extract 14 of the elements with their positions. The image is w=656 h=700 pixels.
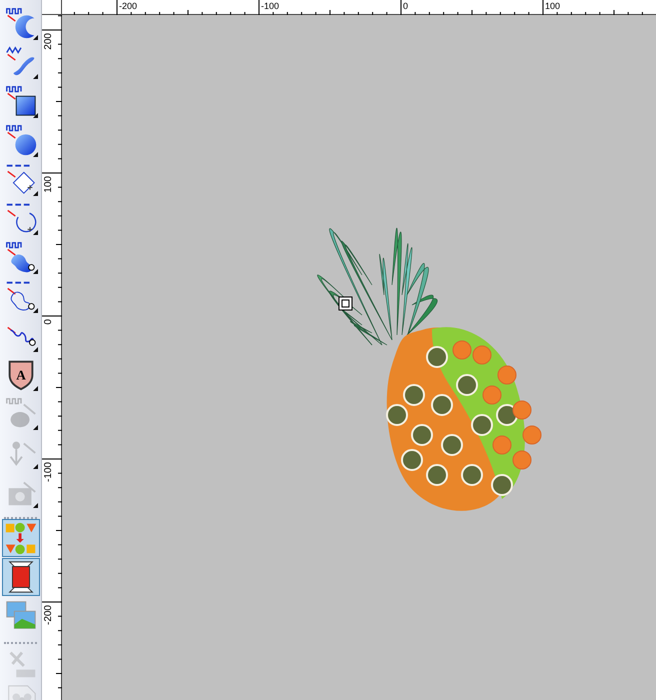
ruler-label: -200: [43, 605, 54, 626]
ruler-label: -100: [43, 462, 54, 482]
spool-tool-button[interactable]: [2, 558, 40, 596]
ruler-label: -200: [119, 1, 138, 11]
ruler-label: 0: [403, 1, 408, 11]
ruler-label: -100: [261, 1, 280, 11]
ruler-label: 100: [43, 176, 54, 193]
origin-marker-icon[interactable]: [338, 296, 352, 310]
shield-tool-button[interactable]: A: [2, 355, 40, 393]
sequence-icon: [3, 520, 39, 556]
ruler-label: 200: [43, 33, 54, 50]
ruler-label: 0: [43, 319, 54, 325]
ruler-label: 100: [545, 1, 560, 11]
circle-icon: [3, 122, 39, 158]
